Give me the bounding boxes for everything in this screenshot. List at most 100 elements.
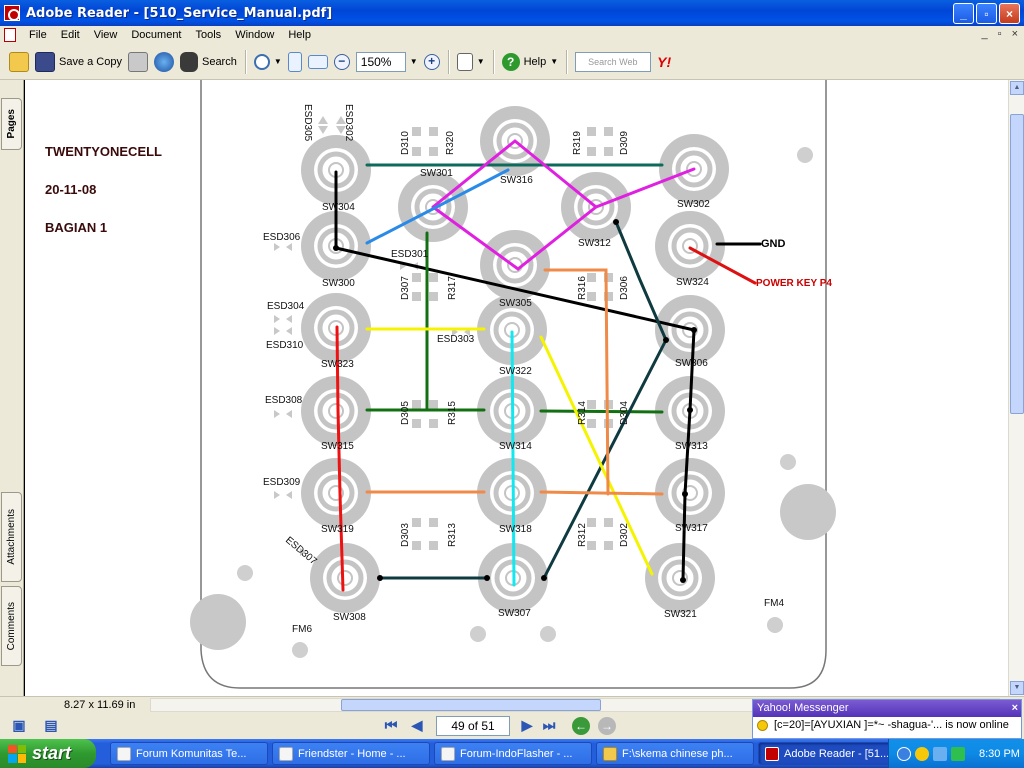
page-layout-icon[interactable]: ▣ (10, 717, 28, 735)
mount-hole (190, 594, 246, 650)
volume-icon[interactable] (951, 746, 965, 761)
menu-view[interactable]: View (87, 29, 125, 41)
help-button[interactable]: ? Help ▼ (499, 49, 562, 75)
browser-icon (117, 746, 131, 761)
search-button[interactable]: Search (177, 49, 240, 75)
open-button[interactable] (6, 49, 32, 75)
close-button[interactable]: × (999, 3, 1020, 24)
zoom-in-button[interactable]: + (421, 49, 443, 75)
scroll-down-icon[interactable]: ▼ (1010, 681, 1024, 695)
task-explorer-folder[interactable]: F:\skema chinese ph... (596, 742, 754, 765)
maximize-button[interactable]: ▫ (976, 3, 997, 24)
first-page-button[interactable]: ⏮ (382, 717, 400, 735)
scroll-up-icon[interactable]: ▲ (1010, 81, 1024, 95)
task-forum-komunitas[interactable]: Forum Komunitas Te... (110, 742, 268, 765)
mount-hole (470, 626, 486, 642)
switch-label: SW302 (677, 199, 710, 210)
window-title: Adobe Reader - [510_Service_Manual.pdf] (26, 5, 333, 21)
header-line-3: BAGIAN 1 (45, 220, 107, 235)
zoom-tool-button[interactable]: ▼ (251, 49, 285, 75)
continuous-layout-icon[interactable]: ▤ (42, 717, 60, 735)
back-icon[interactable]: ← (572, 716, 590, 735)
next-page-button[interactable]: ▶ (518, 717, 536, 735)
scroll-thumb[interactable] (1010, 114, 1024, 414)
doc-restore-button[interactable]: ▫ (998, 28, 1002, 40)
yahoo-icon: Y! (657, 53, 672, 70)
notification-close-button[interactable]: × (1012, 700, 1018, 717)
menu-help[interactable]: Help (281, 29, 318, 41)
save-copy-label: Save a Copy (59, 55, 122, 68)
zoom-out-button[interactable]: − (331, 49, 353, 75)
menu-edit[interactable]: Edit (54, 29, 87, 41)
toolbar: Save a Copy Search ▼ − 150% ▼ + ▼ ? Help… (0, 44, 1024, 80)
save-disk-icon (35, 51, 55, 72)
doc-close-button[interactable]: × (1012, 28, 1018, 40)
zoom-select[interactable]: 150% ▼ (353, 49, 421, 75)
tab-pages[interactable]: Pages (1, 98, 22, 150)
document-view[interactable]: SW304 SW301 SW316 SW302 SW300 SW312 SW324 SW305… (25, 80, 1008, 696)
task-indoflasher[interactable]: Forum-IndoFlasher - ... (434, 742, 592, 765)
taskbar: start Forum Komunitas Te... Friendster -… (0, 739, 1024, 768)
esd-label: ESD302 (343, 104, 354, 142)
save-copy-button[interactable]: Save a Copy (32, 49, 125, 75)
back-arrow-icon[interactable] (897, 746, 911, 761)
yahoo-messenger-notification[interactable]: Yahoo! Messenger × [c=20]=[AYUXIAN ]=*~ … (752, 699, 1022, 739)
vertical-scrollbar[interactable]: ▲ ▼ (1008, 80, 1024, 696)
previous-page-button[interactable]: ◀ (408, 717, 426, 735)
page-display-button[interactable]: ▼ (454, 49, 488, 75)
pdf-doc-icon[interactable] (4, 28, 16, 42)
hscroll-thumb[interactable] (341, 699, 601, 711)
network-icon[interactable] (933, 746, 947, 761)
zoom-value[interactable]: 150% (355, 51, 406, 72)
fm6-label: FM6 (292, 624, 312, 635)
document-window-controls: _ ▫ × (982, 28, 1018, 40)
print-button[interactable] (125, 49, 151, 75)
menu-window[interactable]: Window (228, 29, 281, 41)
mount-hole (767, 617, 783, 633)
magnifier-icon (253, 53, 270, 70)
menu-document[interactable]: Document (124, 29, 188, 41)
toolbar-separator (566, 49, 568, 74)
switch-pad (301, 458, 371, 528)
search-web-input[interactable]: Search Web (575, 51, 652, 72)
browser-icon (279, 746, 293, 761)
esd-label: ESD309 (263, 477, 301, 488)
part-label: D303 (400, 523, 411, 547)
forward-icon[interactable]: → (598, 716, 616, 735)
task-label: Adobe Reader - [51... (784, 747, 890, 760)
part-label: D304 (619, 401, 630, 425)
menu-tools[interactable]: Tools (189, 29, 229, 41)
fit-width-button[interactable] (305, 49, 331, 75)
yahoo-button[interactable]: Y! (654, 49, 682, 75)
mount-hole (237, 565, 253, 581)
tab-comments[interactable]: Comments (1, 586, 22, 666)
pages-icon (456, 52, 473, 71)
last-page-button[interactable]: ⏭ (540, 717, 558, 735)
esd-label: ESD310 (266, 340, 304, 351)
esd-label: ESD303 (437, 334, 475, 345)
toolbar-separator (447, 49, 449, 74)
toolbar-separator (492, 49, 494, 74)
doc-minimize-button[interactable]: _ (982, 28, 988, 40)
part-label: R320 (445, 131, 456, 155)
minimize-button[interactable]: _ (953, 3, 974, 24)
task-friendster[interactable]: Friendster - Home - ... (272, 742, 430, 765)
yahoo-smiley-icon[interactable] (915, 746, 929, 761)
start-button[interactable]: start (0, 739, 96, 768)
page-number-input[interactable]: 49 of 51 (436, 715, 510, 736)
esd-label: ESD305 (302, 104, 313, 142)
plus-icon: + (423, 53, 440, 70)
fit-page-button[interactable] (285, 49, 305, 75)
switch-pad (655, 458, 725, 528)
switch-label: SW313 (675, 441, 708, 452)
part-label: R317 (447, 276, 458, 300)
notification-body[interactable]: [c=20]=[AYUXIAN ]=*~ -shagua-'... is now… (753, 717, 1021, 733)
tab-pages-label: Pages (6, 109, 17, 139)
search-web-box[interactable]: Search Web (572, 49, 654, 75)
task-label: Forum Komunitas Te... (136, 747, 247, 760)
menu-file[interactable]: File (22, 29, 54, 41)
tab-attachments[interactable]: Attachments (1, 492, 22, 582)
email-button[interactable] (151, 49, 177, 75)
part-label: R312 (577, 523, 588, 547)
binoculars-icon (179, 51, 198, 72)
